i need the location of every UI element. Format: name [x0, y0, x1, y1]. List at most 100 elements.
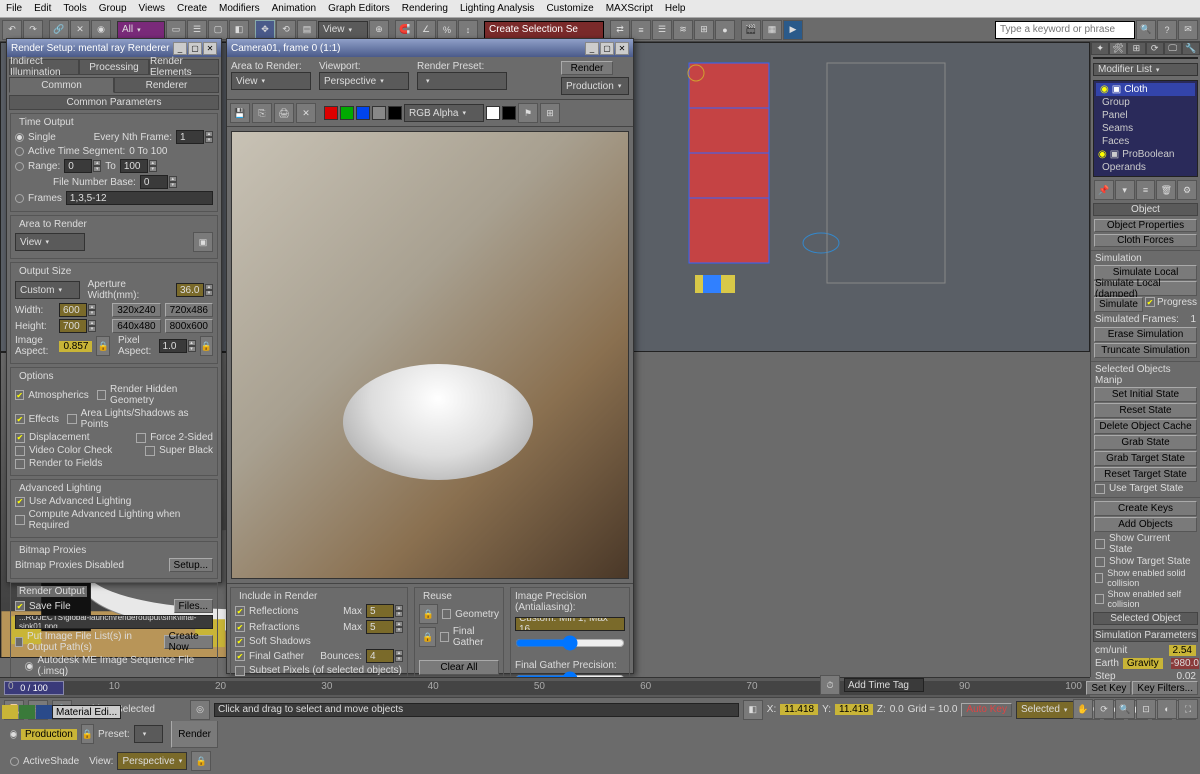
sis-button[interactable]: Set Initial State — [1094, 387, 1197, 402]
area-drop[interactable]: View — [15, 233, 85, 251]
refr-max-spin[interactable]: 5 — [366, 620, 394, 634]
print-icon[interactable]: 🖨 — [274, 103, 294, 123]
transform-typein-icon[interactable]: ◧ — [743, 700, 763, 720]
align-button[interactable]: ≡ — [631, 20, 651, 40]
coord-y[interactable]: 11.418 — [835, 704, 873, 715]
menu-animation[interactable]: Animation — [266, 0, 322, 17]
chk-seselfc[interactable] — [1095, 594, 1104, 604]
close-icon[interactable]: ✕ — [203, 42, 217, 55]
select-button[interactable]: ▭ — [166, 20, 186, 40]
remove-mod-icon[interactable]: 🗑 — [1156, 180, 1176, 200]
modifier-list-drop[interactable]: Modifier List — [1093, 63, 1198, 76]
keymode-drop[interactable]: Selected — [1016, 701, 1076, 719]
menu-edit[interactable]: Edit — [28, 0, 57, 17]
mirror-button[interactable]: ⇄ — [610, 20, 630, 40]
tab-hierarchy[interactable]: ⊞ — [1127, 42, 1145, 55]
chk-rhidden[interactable] — [97, 390, 106, 400]
chk-f2s[interactable] — [136, 433, 146, 443]
rollout-selobj[interactable]: Selected Object — [1093, 612, 1198, 625]
zoom-icon[interactable]: 🔍 — [1115, 699, 1135, 719]
comm-center-icon[interactable]: ✉ — [1178, 20, 1198, 40]
pan-icon[interactable]: ✋ — [1073, 699, 1093, 719]
menu-maxscript[interactable]: MAXScript — [600, 0, 659, 17]
preset-640[interactable]: 640x480 — [112, 319, 160, 333]
menu-create[interactable]: Create — [171, 0, 213, 17]
angle-snap[interactable]: ∠ — [416, 20, 436, 40]
scale-icon[interactable]: ▤ — [297, 20, 317, 40]
toggle-overlay-icon[interactable]: ⚑ — [518, 103, 538, 123]
select-filter-drop[interactable]: All — [117, 21, 165, 39]
radio-range[interactable] — [15, 162, 24, 171]
chk-sts[interactable] — [1095, 557, 1105, 567]
chk-ss[interactable] — [235, 637, 245, 647]
view-drop[interactable]: Perspective — [117, 752, 187, 770]
createnow-button[interactable]: Create Now — [164, 635, 213, 649]
time-config-icon[interactable]: ⏱ — [820, 675, 840, 695]
isolate-icon[interactable]: ◎ — [190, 700, 210, 720]
clone-icon[interactable]: ⎘ — [252, 103, 272, 123]
menu-lighting[interactable]: Lighting Analysis — [454, 0, 541, 17]
toggle-ui-icon[interactable]: ⊞ — [540, 103, 560, 123]
ch-a-icon[interactable] — [372, 106, 386, 120]
lock-view-icon[interactable]: 🔒 — [191, 751, 211, 771]
select-region-button[interactable]: ▢ — [208, 20, 228, 40]
rts-button[interactable]: Reset Target State — [1094, 467, 1197, 482]
menu-group[interactable]: Group — [93, 0, 133, 17]
menu-graph-editors[interactable]: Graph Editors — [322, 0, 396, 17]
range-b[interactable]: 100 — [120, 159, 148, 173]
vfb-title[interactable]: Camera01, frame 0 (1:1) _▢✕ — [227, 39, 633, 57]
lock-pa-icon[interactable]: 🔒 — [200, 336, 213, 356]
pivot-icon[interactable]: ⊕ — [369, 20, 389, 40]
chk-alights[interactable] — [67, 414, 77, 424]
chk-refl[interactable] — [235, 606, 245, 616]
vfb-min-icon[interactable]: _ — [585, 42, 599, 55]
spinner-snap[interactable]: ↕ — [458, 20, 478, 40]
ipa-value[interactable]: Custom: Min 1, Max 16 — [515, 617, 625, 631]
swatch-white[interactable] — [486, 106, 500, 120]
chk-fg[interactable] — [235, 651, 245, 661]
save-img-icon[interactable]: 💾 — [230, 103, 250, 123]
radio-prod[interactable] — [10, 730, 17, 739]
taskbar-tab[interactable]: Material Edi... — [2, 703, 121, 721]
clear-icon[interactable]: ✕ — [296, 103, 316, 123]
configure-icon[interactable]: ⚙ — [1177, 180, 1197, 200]
time-slider-knob[interactable]: 0 / 100 — [4, 681, 64, 695]
vfb-prod-drop[interactable]: Production — [561, 77, 629, 95]
rollout-common-params[interactable]: Common Parameters — [9, 95, 219, 110]
tab-display[interactable]: 🖵 — [1164, 42, 1182, 55]
preset-800[interactable]: 800x600 — [165, 319, 213, 333]
layers-button[interactable]: ☰ — [652, 20, 672, 40]
lock-fg-icon[interactable]: 🔒 — [419, 627, 436, 647]
named-selection-drop[interactable]: Create Selection Se — [484, 21, 604, 39]
tab-modify[interactable]: 🛠 — [1109, 42, 1127, 55]
menu-rendering[interactable]: Rendering — [396, 0, 454, 17]
fov-icon[interactable]: ◐ — [1157, 699, 1177, 719]
render-setup-button[interactable]: 🎬 — [741, 20, 761, 40]
select-name-button[interactable]: ☰ — [187, 20, 207, 40]
chk-savefile[interactable] — [15, 601, 25, 611]
gs-button[interactable]: Grab State — [1094, 435, 1197, 450]
clothforces-button[interactable]: Cloth Forces — [1094, 234, 1197, 247]
tab-processing[interactable]: Processing — [79, 59, 149, 75]
menu-help[interactable]: Help — [659, 0, 692, 17]
object-name-field[interactable]: walls — [1093, 57, 1198, 59]
ch-g-icon[interactable] — [340, 106, 354, 120]
outputsize-drop[interactable]: Custom — [15, 281, 80, 299]
menu-tools[interactable]: Tools — [57, 0, 92, 17]
timetag-field[interactable]: Add Time Tag — [844, 678, 924, 692]
chk-effects[interactable] — [15, 414, 25, 424]
percent-snap[interactable]: % — [437, 20, 457, 40]
ch-r-icon[interactable] — [324, 106, 338, 120]
simlocald-button[interactable]: Simulate Local (damped) — [1094, 281, 1197, 296]
range-a[interactable]: 0 — [64, 159, 92, 173]
chk-progress[interactable] — [1145, 297, 1155, 307]
simulate-button[interactable]: Simulate — [1094, 297, 1143, 312]
material-editor-button[interactable]: ● — [715, 20, 735, 40]
grav-spin[interactable]: -980.0 — [1171, 658, 1199, 669]
ch-b-icon[interactable] — [356, 106, 370, 120]
show-end-icon[interactable]: ▾ — [1115, 180, 1135, 200]
vfb-max-icon[interactable]: ▢ — [600, 42, 614, 55]
chk-reuse-geom[interactable] — [442, 609, 451, 619]
pin-stack-icon[interactable]: 📌 — [1094, 180, 1114, 200]
tab-utilities[interactable]: 🔧 — [1182, 42, 1200, 55]
